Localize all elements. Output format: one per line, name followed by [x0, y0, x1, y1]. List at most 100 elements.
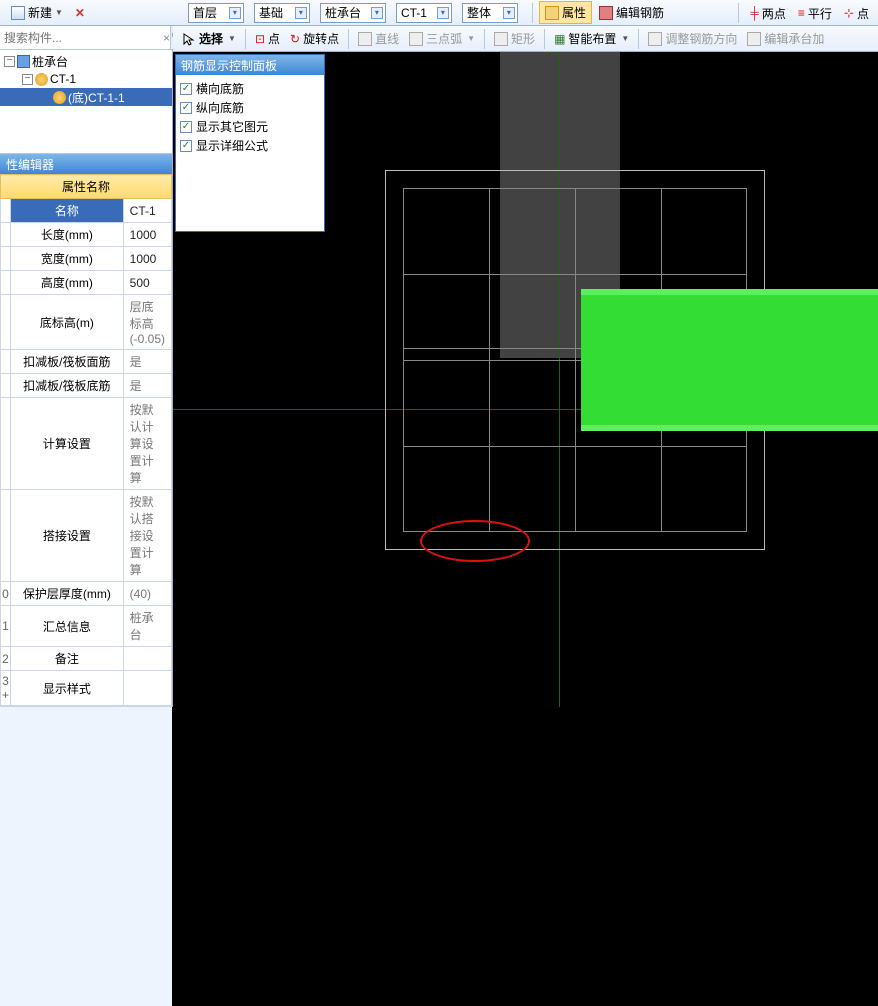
- new-button[interactable]: 新建 ▼: [6, 2, 68, 23]
- beam-edge-bottom: [581, 425, 878, 431]
- chevron-down-icon: ▾: [437, 7, 449, 19]
- rebar-icon: [599, 6, 613, 20]
- point-more-button[interactable]: ⊹ 点: [839, 3, 874, 24]
- tree-item-ct1[interactable]: − CT-1: [0, 70, 172, 88]
- left-panel: × 🔍 − 桩承台 − CT-1 (底)CT-1-1 性编辑器 属性名称 名称C…: [0, 26, 173, 707]
- property-row[interactable]: 宽度(mm)1000: [1, 247, 172, 271]
- checkbox-row[interactable]: ✓ 纵向底筋: [180, 98, 320, 117]
- rect-icon: [494, 32, 508, 46]
- property-row[interactable]: 高度(mm)500: [1, 271, 172, 295]
- search-row: × 🔍: [0, 26, 172, 50]
- property-value[interactable]: 1000: [123, 247, 171, 271]
- rebar-line: [403, 446, 747, 447]
- property-row[interactable]: 搭接设置按默认搭接设置计算: [1, 490, 172, 582]
- point-button[interactable]: ⊡ 点: [250, 28, 285, 49]
- checkbox-label: 横向底筋: [196, 80, 244, 97]
- property-row[interactable]: 长度(mm)1000: [1, 223, 172, 247]
- property-key: 长度(mm): [11, 223, 124, 247]
- checkbox-row[interactable]: ✓显示其它图元: [180, 117, 320, 136]
- property-value[interactable]: 500: [123, 271, 171, 295]
- property-row[interactable]: 1汇总信息桩承台: [1, 606, 172, 647]
- checkbox-label: 纵向底筋: [196, 99, 244, 116]
- dropdown-arrow-icon[interactable]: ▼: [621, 34, 629, 43]
- checkbox-row[interactable]: ✓ 显示详细公式: [180, 136, 320, 155]
- property-row[interactable]: 底标高(m)层底标高(-0.05): [1, 295, 172, 350]
- element-tree: − 桩承台 − CT-1 (底)CT-1-1: [0, 50, 172, 154]
- line-button: 直线: [353, 28, 404, 49]
- property-row[interactable]: 计算设置按默认计算设置计算: [1, 398, 172, 490]
- edit-cap-icon: [747, 32, 761, 46]
- property-button[interactable]: 属性: [539, 1, 592, 24]
- tree-root[interactable]: − 桩承台: [0, 52, 172, 70]
- main-toolbar: 新建 ▼ ✕ 首层 ▾ 基础 ▾ 桩承台 ▾ CT-1 ▾ 整体 ▾ 属性: [0, 0, 878, 26]
- property-key: 备注: [11, 647, 124, 671]
- property-table: 属性名称 名称CT-1长度(mm)1000宽度(mm)1000高度(mm)500…: [0, 174, 172, 706]
- chevron-down-icon: ▾: [229, 7, 241, 19]
- floor-combo[interactable]: 首层 ▾: [188, 3, 244, 23]
- property-row[interactable]: 扣减板/筏板面筋是: [1, 350, 172, 374]
- property-value[interactable]: 按默认计算设置计算: [123, 398, 171, 490]
- checkbox-label: 显示详细公式: [196, 137, 268, 154]
- two-point-button[interactable]: ╪ 两点: [745, 3, 791, 24]
- property-row[interactable]: 3 +显示样式: [1, 671, 172, 706]
- separator: [738, 3, 739, 23]
- dropdown-arrow-icon[interactable]: ▼: [228, 34, 236, 43]
- property-value[interactable]: 层底标高(-0.05): [123, 295, 171, 350]
- delete-button[interactable]: ✕: [72, 6, 88, 20]
- dropdown-arrow-icon[interactable]: ▼: [55, 8, 63, 17]
- arc-button: 三点弧 ▼: [404, 28, 480, 49]
- property-value[interactable]: (40): [123, 582, 171, 606]
- edit-rebar-button[interactable]: 编辑钢筋: [594, 2, 669, 23]
- chevron-down-icon: ▾: [371, 7, 383, 19]
- property-value[interactable]: 桩承台: [123, 606, 171, 647]
- line-icon: [358, 32, 372, 46]
- category-combo[interactable]: 基础 ▾: [254, 3, 310, 23]
- smart-layout-button[interactable]: ▦ 智能布置 ▼: [549, 28, 634, 49]
- checkbox-icon[interactable]: ✓: [180, 121, 192, 133]
- search-input[interactable]: [0, 31, 163, 45]
- checkbox-icon[interactable]: ✓: [180, 83, 192, 95]
- checkbox-icon[interactable]: ✓: [180, 102, 192, 114]
- element-combo[interactable]: CT-1 ▾: [396, 3, 452, 23]
- property-row[interactable]: 2备注: [1, 647, 172, 671]
- collapse-icon[interactable]: −: [22, 74, 33, 85]
- property-key: 名称: [11, 199, 124, 223]
- panel-title[interactable]: 钢筋显示控制面板: [176, 55, 324, 75]
- property-row[interactable]: 扣减板/筏板底筋是: [1, 374, 172, 398]
- property-key: 高度(mm): [11, 271, 124, 295]
- property-value[interactable]: CT-1: [123, 199, 171, 223]
- property-value[interactable]: 按默认搭接设置计算: [123, 490, 171, 582]
- checkbox-icon[interactable]: ✓: [180, 140, 192, 152]
- element-icon: [35, 73, 48, 86]
- smart-icon: ▦: [554, 32, 565, 46]
- property-key: 显示样式: [11, 671, 124, 706]
- property-value[interactable]: [123, 647, 171, 671]
- tree-item-ct1-1[interactable]: (底)CT-1-1: [0, 88, 172, 106]
- property-value[interactable]: 是: [123, 350, 171, 374]
- collapse-icon[interactable]: −: [4, 56, 15, 67]
- parallel-icon: ≡: [798, 6, 805, 20]
- property-value[interactable]: 1000: [123, 223, 171, 247]
- property-value[interactable]: 是: [123, 374, 171, 398]
- annotation-ellipse: [420, 520, 530, 562]
- property-key: 宽度(mm): [11, 247, 124, 271]
- property-row[interactable]: 0保护层厚度(mm)(40): [1, 582, 172, 606]
- property-value[interactable]: [123, 671, 171, 706]
- subcategory-combo[interactable]: 桩承台 ▾: [320, 3, 386, 23]
- clear-search-button[interactable]: ×: [163, 31, 170, 45]
- separator: [532, 3, 533, 23]
- parallel-button[interactable]: ≡ 平行: [793, 3, 837, 24]
- point-icon: ⊡: [255, 32, 265, 46]
- drawing-toolbar: 选择 ▼ ⊡ 点 ↻ 旋转点 直线 三点弧 ▼ 矩形 ▦ 智能布置 ▼ 调整钢筋…: [173, 26, 878, 52]
- select-button[interactable]: 选择 ▼: [177, 28, 241, 49]
- checkbox-row[interactable]: ✓ 横向底筋: [180, 79, 320, 98]
- property-row[interactable]: 名称CT-1: [1, 199, 172, 223]
- property-key: 底标高(m): [11, 295, 124, 350]
- property-key: 搭接设置: [11, 490, 124, 582]
- view-combo[interactable]: 整体 ▾: [462, 3, 518, 23]
- beam-element[interactable]: [581, 295, 878, 425]
- rebar-line: [403, 274, 747, 275]
- rebar-display-panel[interactable]: 钢筋显示控制面板 ✓横向底筋✓纵向底筋✓显示其它图元✓显示详细公式: [175, 54, 325, 232]
- rotate-point-button[interactable]: ↻ 旋转点: [285, 28, 344, 49]
- panel-spacer: [0, 706, 172, 1006]
